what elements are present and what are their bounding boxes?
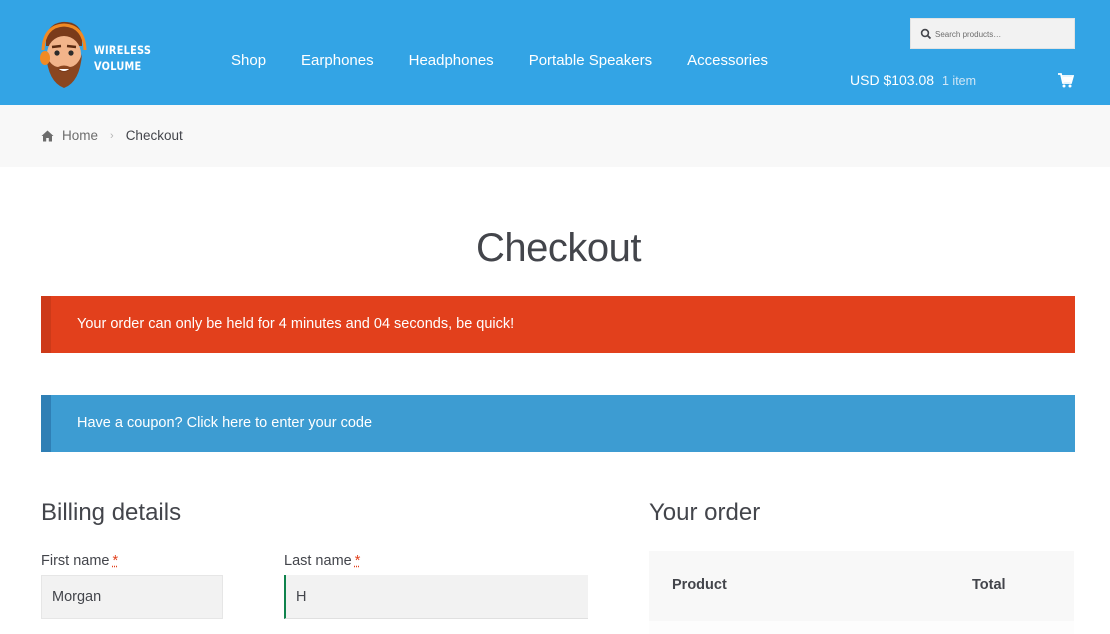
logo-text-line1: WIRELESS <box>94 42 151 58</box>
site-header: WIRELESS VOLUME Shop Earphones Headphone… <box>0 0 1110 105</box>
search-icon <box>920 28 932 40</box>
required-marker: * <box>355 553 361 569</box>
last-name-label-text: Last name <box>284 553 352 569</box>
page-title: Checkout <box>0 226 1110 271</box>
your-order-heading: Your order <box>649 499 760 527</box>
billing-details-heading: Billing details <box>41 499 181 527</box>
breadcrumb-separator-icon: › <box>110 130 114 142</box>
home-icon <box>41 130 54 142</box>
first-name-label: First name * <box>41 553 118 569</box>
nav-item-headphones[interactable]: Headphones <box>409 52 494 69</box>
mini-cart[interactable]: USD $103.08 1 item <box>850 72 1076 92</box>
logo-text-line2: VOLUME <box>94 58 151 74</box>
first-name-field[interactable] <box>41 575 223 619</box>
order-column-total: Total <box>972 577 1006 593</box>
nav-item-shop[interactable]: Shop <box>231 52 266 69</box>
coupon-toggle-link[interactable]: Have a coupon? Click here to enter your … <box>77 415 372 431</box>
site-logo[interactable]: WIRELESS VOLUME <box>40 20 144 90</box>
order-table-row <box>649 621 1074 634</box>
search-input[interactable] <box>935 23 1071 45</box>
required-marker: * <box>113 553 119 569</box>
order-column-product: Product <box>672 577 727 593</box>
product-search <box>910 18 1075 49</box>
breadcrumb: Home › Checkout <box>41 128 183 143</box>
coupon-notice: Have a coupon? Click here to enter your … <box>41 395 1075 452</box>
nav-item-earphones[interactable]: Earphones <box>301 52 374 69</box>
hold-timer-text: Your order can only be held for 4 minute… <box>77 316 514 332</box>
last-name-field[interactable] <box>284 575 588 619</box>
logo-text: WIRELESS VOLUME <box>94 42 151 74</box>
hold-timer-notice: Your order can only be held for 4 minute… <box>41 296 1075 353</box>
shopping-cart-icon <box>1058 73 1074 88</box>
nav-item-accessories[interactable]: Accessories <box>687 52 768 69</box>
first-name-label-text: First name <box>41 553 110 569</box>
breadcrumb-current: Checkout <box>126 128 183 143</box>
nav-item-portable-speakers[interactable]: Portable Speakers <box>529 52 652 69</box>
order-review-table: Product Total <box>649 551 1074 621</box>
cart-count: 1 item <box>942 74 976 88</box>
last-name-label: Last name * <box>284 553 360 569</box>
breadcrumb-bar: Home › Checkout <box>0 105 1110 167</box>
breadcrumb-home-link[interactable]: Home <box>62 128 98 143</box>
cart-amount: USD $103.08 <box>850 72 934 88</box>
primary-navigation: Shop Earphones Headphones Portable Speak… <box>231 52 803 69</box>
bearded-man-mascot-icon <box>40 20 90 92</box>
